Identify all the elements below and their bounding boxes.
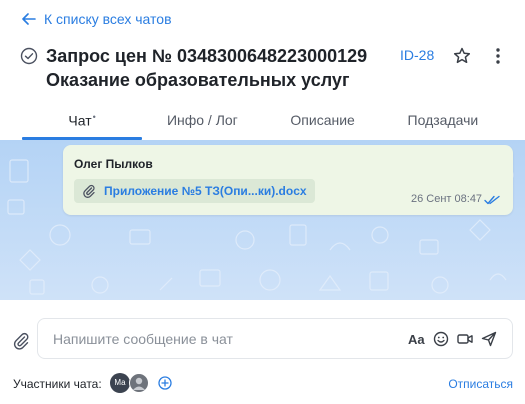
tab-subtasks-label: Подзадачи	[407, 112, 479, 128]
star-icon[interactable]	[452, 46, 472, 66]
user-photo-icon	[133, 377, 145, 390]
emoji-icon[interactable]	[432, 330, 450, 348]
paperclip-icon[interactable]	[12, 332, 30, 350]
back-link-label: К списку всех чатов	[44, 11, 172, 27]
tab-description[interactable]: Описание	[263, 104, 383, 140]
tab-info-log-label: Инфо / Лог	[166, 112, 238, 128]
participants-label: Участники чата:	[13, 377, 102, 391]
check-circle-icon	[20, 47, 38, 65]
message-bubble[interactable]: Олег Пылков Приложение №5 ТЗ(Опи...ки).d…	[63, 145, 513, 215]
unsubscribe-link[interactable]: Отписаться	[448, 377, 513, 391]
tab-description-label: Описание	[290, 112, 355, 128]
chat-participants: Участники чата: Ма Отписаться	[13, 373, 513, 395]
more-vertical-icon[interactable]	[492, 46, 504, 66]
tab-chat-badge: •	[92, 112, 96, 122]
avatar-photo[interactable]	[129, 373, 149, 393]
message-time: 26 Сент 08:47	[411, 193, 483, 205]
tab-bar: Чат• Инфо / Лог Описание Подзадачи	[22, 104, 503, 140]
title-line-1: Запрос цен № 0348300648223000129	[46, 46, 368, 66]
message-composer: Aa	[0, 314, 525, 364]
chat-header: Запрос цен № 0348300648223000129 Оказани…	[20, 44, 520, 94]
tab-info-log[interactable]: Инфо / Лог	[142, 104, 262, 140]
title-line-2: Оказание образовательных услуг	[46, 70, 350, 90]
back-to-chats-link[interactable]: К списку всех чатов	[22, 11, 172, 27]
message-author: Олег Пылков	[74, 157, 153, 171]
avatar[interactable]: Ма	[110, 373, 130, 393]
add-participant-icon[interactable]	[158, 376, 172, 390]
message-input-box: Aa	[37, 318, 513, 359]
send-icon[interactable]	[480, 330, 498, 348]
ticket-id-link[interactable]: ID-28	[400, 47, 434, 63]
chat-messages-area[interactable]: Олег Пылков Приложение №5 ТЗ(Опи...ки).d…	[0, 140, 525, 300]
attachment-file[interactable]: Приложение №5 ТЗ(Опи...ки).docx	[74, 179, 315, 203]
tab-chat[interactable]: Чат•	[22, 104, 143, 140]
attachment-name: Приложение №5 ТЗ(Опи...ки).docx	[104, 184, 307, 198]
page-title: Запрос цен № 0348300648223000129 Оказани…	[46, 44, 367, 92]
message-input[interactable]	[53, 319, 393, 358]
paperclip-icon	[83, 184, 95, 198]
double-check-icon	[484, 195, 500, 205]
tab-subtasks[interactable]: Подзадачи	[383, 104, 503, 140]
arrow-left-icon	[22, 13, 36, 25]
text-format-button[interactable]: Aa	[408, 331, 426, 349]
video-icon[interactable]	[456, 330, 474, 348]
tab-chat-label: Чат	[68, 112, 92, 129]
